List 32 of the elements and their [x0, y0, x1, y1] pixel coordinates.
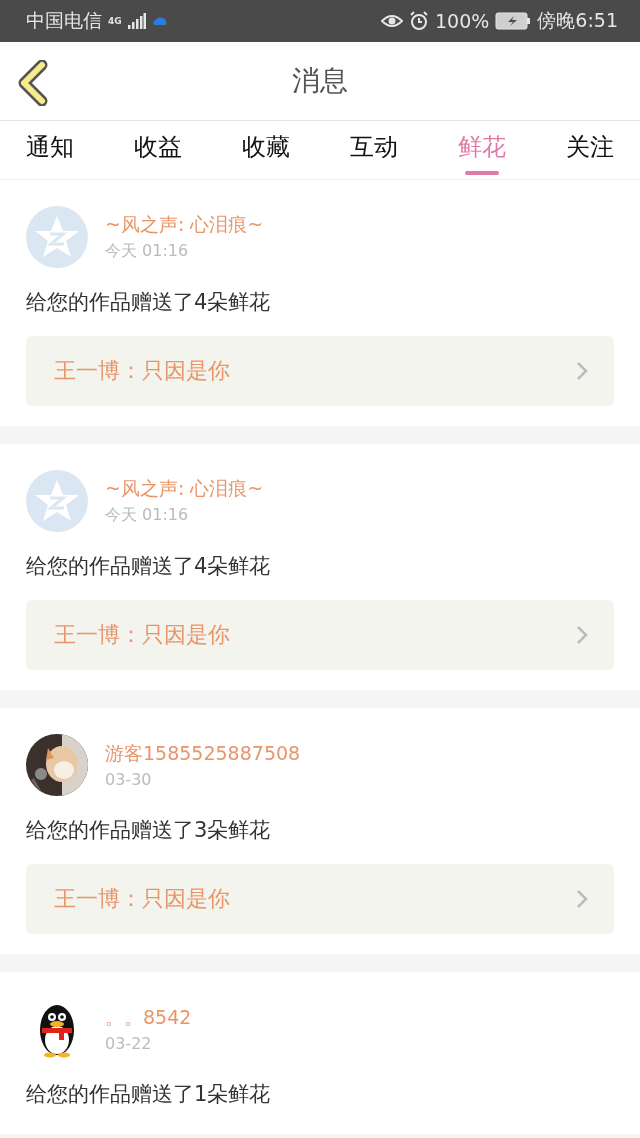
- sender-name: ~风之声: 心泪痕~: [105, 212, 264, 237]
- sender-name: 游客1585525887508: [105, 741, 301, 766]
- cloud-icon: [151, 16, 168, 26]
- tab[interactable]: 互动: [346, 121, 402, 179]
- carrier-name: 中国电信: [26, 8, 102, 33]
- tab[interactable]: 收藏: [238, 121, 294, 179]
- alarm-icon: [409, 11, 429, 31]
- message-time: 今天 01:16: [105, 241, 190, 262]
- tab[interactable]: 收益: [130, 121, 186, 179]
- message-time: 03-30: [105, 770, 153, 789]
- tab[interactable]: 关注: [562, 121, 618, 179]
- page-title: 消息: [292, 63, 348, 99]
- message-time: 03-22: [105, 1034, 153, 1053]
- clock-time: 傍晚6:51: [537, 8, 618, 33]
- chevron-icon: [576, 361, 588, 381]
- chevron-icon: [576, 625, 588, 645]
- battery-icon: [495, 12, 532, 30]
- message-text: 给您的作品赠送了3朵鲜花: [26, 817, 272, 844]
- sender-name: ~风之声: 心泪痕~: [105, 476, 264, 501]
- star-avatar-icon: [26, 470, 88, 532]
- message-text: 给您的作品赠送了4朵鲜花: [26, 289, 272, 316]
- tab[interactable]: 通知: [22, 121, 78, 179]
- network-type: 4G: [108, 16, 122, 26]
- message-time: 今天 01:16: [105, 505, 190, 526]
- eye-icon: [381, 13, 403, 29]
- signal-icon: [127, 13, 146, 29]
- message-text: 给您的作品赠送了4朵鲜花: [26, 553, 272, 580]
- sender-name: 。。8542: [105, 1005, 192, 1030]
- message-text: 给您的作品赠送了1朵鲜花: [26, 1081, 272, 1108]
- battery-percent: 100%: [435, 10, 490, 32]
- chevron-icon: [576, 889, 588, 909]
- star-avatar-icon: [26, 206, 88, 268]
